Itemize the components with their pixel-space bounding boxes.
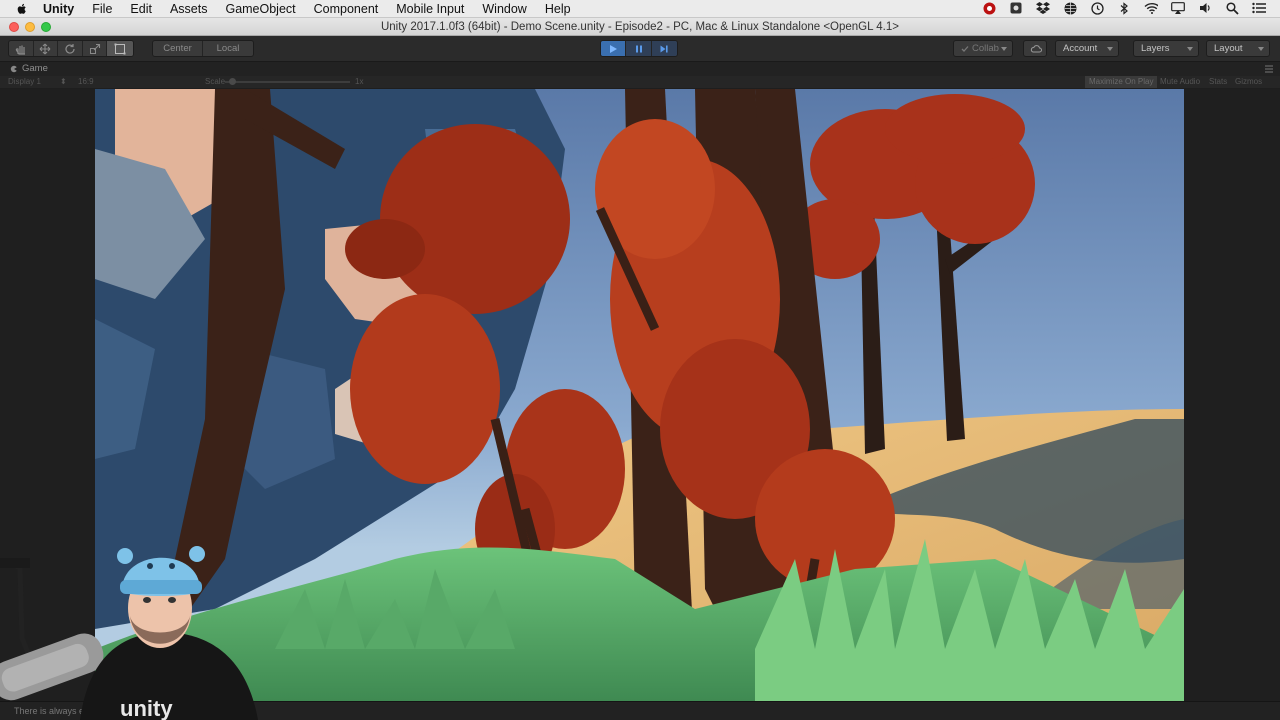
- chevron-down-icon: [1187, 47, 1193, 51]
- collab-label: Collab: [972, 43, 999, 54]
- volume-icon[interactable]: [1198, 1, 1212, 15]
- game-view-toolbar: Display 1 ⬍ 16:9 Scale 1x Maximize On Pl…: [0, 76, 1280, 88]
- stats-toggle[interactable]: Stats: [1205, 76, 1231, 88]
- shirt-logo-text: unity: [120, 696, 173, 720]
- pivot-space-toggle: Center Local: [152, 40, 254, 57]
- hand-tool-icon[interactable]: [9, 41, 34, 56]
- rotate-tool-icon[interactable]: [58, 41, 83, 56]
- scale-tool-icon[interactable]: [83, 41, 108, 56]
- layout-dropdown[interactable]: Layout: [1206, 40, 1270, 57]
- close-window-button[interactable]: [9, 22, 19, 32]
- globe-icon[interactable]: [1063, 1, 1077, 15]
- play-icon[interactable]: [601, 41, 627, 56]
- maximize-on-play-toggle[interactable]: Maximize On Play: [1085, 76, 1158, 88]
- play-controls: [600, 40, 678, 57]
- pivot-center-button[interactable]: Center: [153, 41, 204, 56]
- move-tool-icon[interactable]: [34, 41, 59, 56]
- game-view-letterbox-right: [1184, 89, 1280, 701]
- pivot-label: Center: [163, 43, 192, 54]
- game-tab-bar: Game: [0, 62, 1280, 76]
- account-dropdown[interactable]: Account: [1055, 40, 1119, 57]
- chevron-updown-icon: ⬍: [60, 77, 67, 86]
- presenter-video: unity: [0, 546, 258, 720]
- unity-toolbar: Center Local Collab Account Layers Layou…: [0, 36, 1280, 62]
- display-dropdown[interactable]: Display 1: [8, 77, 41, 86]
- scale-value: 1x: [355, 77, 364, 86]
- aspect-dropdown[interactable]: 16:9: [78, 77, 94, 86]
- step-icon[interactable]: [651, 41, 677, 56]
- rect-tool-icon[interactable]: [107, 41, 133, 56]
- menu-window[interactable]: Window: [482, 2, 526, 16]
- layout-label: Layout: [1214, 43, 1243, 54]
- menu-help[interactable]: Help: [545, 2, 571, 16]
- cloud-button[interactable]: [1023, 40, 1047, 57]
- scale-label: Scale: [205, 77, 226, 86]
- minimize-window-button[interactable]: [25, 22, 35, 32]
- account-label: Account: [1063, 43, 1098, 54]
- pause-icon[interactable]: [626, 41, 652, 56]
- collab-dropdown[interactable]: Collab: [953, 40, 1013, 57]
- zoom-window-button[interactable]: [41, 22, 51, 32]
- bluetooth-icon[interactable]: [1117, 1, 1131, 15]
- mute-audio-toggle[interactable]: Mute Audio: [1156, 76, 1204, 88]
- scale-slider-handle[interactable]: [229, 78, 236, 85]
- checkmark-icon: [961, 45, 969, 52]
- panel-menu-icon[interactable]: [1264, 64, 1274, 74]
- time-machine-icon[interactable]: [1090, 1, 1104, 15]
- scale-slider[interactable]: [225, 81, 350, 83]
- spotlight-icon[interactable]: [1225, 1, 1239, 15]
- record-icon[interactable]: [982, 1, 996, 15]
- transform-tools: [8, 40, 134, 57]
- dropbox-icon[interactable]: [1036, 1, 1050, 15]
- screen-capture-icon[interactable]: [1009, 1, 1023, 15]
- menu-gameobject[interactable]: GameObject: [225, 2, 295, 16]
- window-title: Unity 2017.1.0f3 (64bit) - Demo Scene.un…: [380, 21, 899, 33]
- menu-assets[interactable]: Assets: [170, 2, 208, 16]
- space-local-button[interactable]: Local: [203, 41, 253, 56]
- layers-dropdown[interactable]: Layers: [1133, 40, 1199, 57]
- mac-menu-bar: Unity File Edit Assets GameObject Compon…: [0, 0, 1280, 18]
- tab-game-label: Game: [22, 63, 48, 74]
- chevron-down-icon: [1001, 47, 1007, 51]
- gizmos-dropdown[interactable]: Gizmos: [1231, 76, 1266, 88]
- wifi-icon[interactable]: [1144, 1, 1158, 15]
- blue-beanie: [117, 546, 205, 596]
- chevron-down-icon: [1107, 47, 1113, 51]
- cloud-icon: [1030, 45, 1042, 53]
- menu-mobile-input[interactable]: Mobile Input: [396, 2, 464, 16]
- space-label: Local: [216, 43, 240, 54]
- apple-logo-icon[interactable]: [15, 2, 29, 16]
- game-view-icon: [10, 65, 18, 73]
- app-menu-unity[interactable]: Unity: [43, 2, 74, 16]
- chevron-down-icon: [1258, 47, 1264, 51]
- window-title-bar: Unity 2017.1.0f3 (64bit) - Demo Scene.un…: [0, 18, 1280, 36]
- menu-component[interactable]: Component: [314, 2, 379, 16]
- tab-game[interactable]: Game: [4, 62, 54, 76]
- menu-file[interactable]: File: [92, 2, 112, 16]
- layers-label: Layers: [1141, 43, 1170, 54]
- notification-center-icon[interactable]: [1252, 1, 1266, 15]
- webcam-overlay: unity: [0, 528, 262, 720]
- airplay-icon[interactable]: [1171, 1, 1185, 15]
- menu-edit[interactable]: Edit: [130, 2, 152, 16]
